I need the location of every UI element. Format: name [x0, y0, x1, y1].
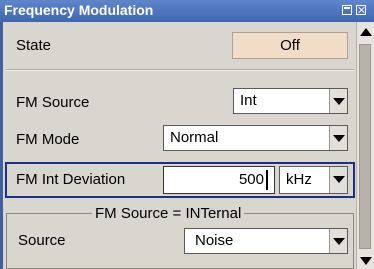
- window-title: Frequency Modulation: [4, 2, 154, 18]
- group-title: FM Source = INTernal: [92, 205, 245, 222]
- fm-source-value: Int: [240, 92, 257, 109]
- close-icon[interactable]: [356, 5, 366, 15]
- fm-mode-value: Normal: [170, 129, 219, 146]
- chevron-down-icon[interactable]: [329, 167, 347, 193]
- state-toggle-button[interactable]: Off: [232, 32, 348, 59]
- scroll-up-icon[interactable]: [360, 28, 372, 36]
- divider-highlight: [6, 70, 354, 71]
- fm-int-deviation-label: FM Int Deviation: [16, 171, 126, 188]
- deviation-unit-value: kHz: [286, 171, 312, 188]
- chevron-down-icon[interactable]: [329, 229, 347, 253]
- fm-source-select[interactable]: Int: [233, 88, 348, 114]
- state-label: State: [16, 37, 52, 54]
- maximize-icon[interactable]: [342, 5, 352, 15]
- fm-mode-label: FM Mode: [16, 131, 80, 148]
- title-bar: Frequency Modulation: [0, 0, 374, 22]
- vertical-scrollbar[interactable]: [356, 22, 374, 269]
- chevron-down-icon[interactable]: [329, 126, 347, 150]
- scroll-thumb[interactable]: [359, 44, 371, 249]
- source-label: Source: [18, 232, 66, 249]
- frequency-modulation-dialog: Frequency Modulation State Off FM Source…: [0, 0, 374, 269]
- fm-source-label: FM Source: [16, 94, 90, 111]
- scroll-down-icon[interactable]: [360, 257, 372, 265]
- chevron-down-icon[interactable]: [329, 89, 347, 113]
- internal-source-value: Noise: [195, 232, 234, 249]
- fm-int-deviation-value: 500: [238, 171, 264, 188]
- internal-source-select[interactable]: Noise: [184, 228, 348, 254]
- text-cursor: [266, 170, 268, 190]
- fm-mode-select[interactable]: Normal: [163, 125, 348, 151]
- fm-int-deviation-input[interactable]: 500: [163, 166, 275, 194]
- deviation-unit-select[interactable]: kHz: [279, 166, 348, 194]
